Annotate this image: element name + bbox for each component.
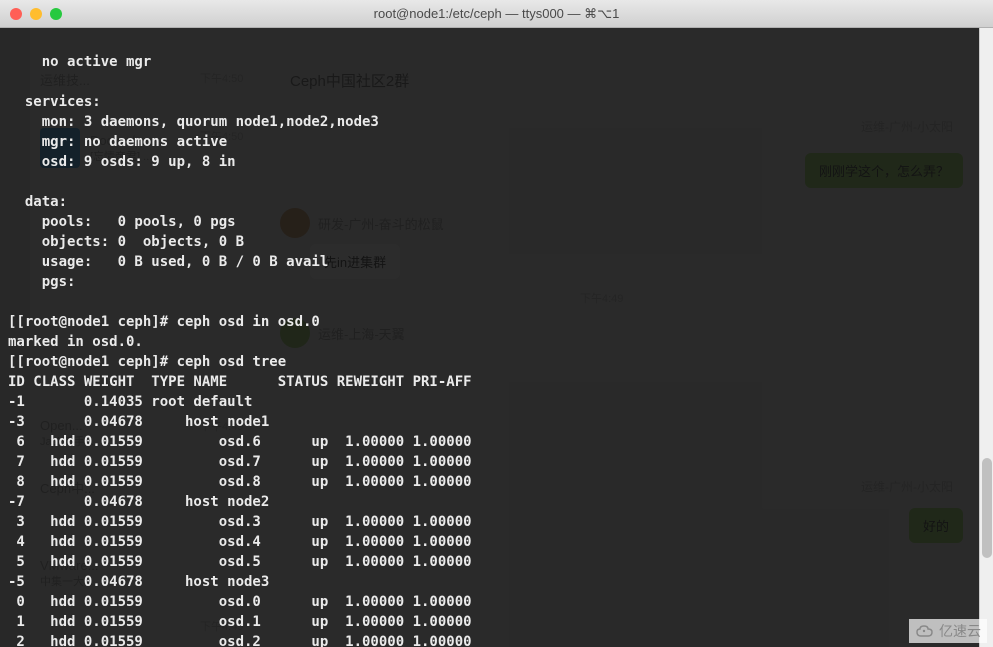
term-line: 4 hdd 0.01559 osd.4 up 1.00000 1.00000	[8, 534, 480, 550]
term-line: -7 0.04678 host node2	[8, 494, 480, 510]
term-line: -5 0.04678 host node3	[8, 574, 480, 590]
term-line: usage: 0 B used, 0 B / 0 B avail	[8, 254, 328, 270]
term-line: 1 hdd 0.01559 osd.1 up 1.00000 1.00000	[8, 614, 480, 630]
scrollbar[interactable]	[979, 28, 993, 647]
term-line: 3 hdd 0.01559 osd.3 up 1.00000 1.00000	[8, 514, 480, 530]
term-line: no active mgr	[8, 54, 151, 70]
term-line: 8 hdd 0.01559 osd.8 up 1.00000 1.00000	[8, 474, 480, 490]
scroll-thumb[interactable]	[982, 458, 992, 558]
watermark-text: 亿速云	[939, 621, 981, 641]
term-line	[8, 74, 16, 90]
term-prompt-line: [[root@node1 ceph]# ceph osd tree ]	[8, 354, 993, 370]
term-line: objects: 0 objects, 0 B	[8, 234, 244, 250]
term-line: mgr: no daemons active	[8, 134, 227, 150]
term-line	[8, 294, 16, 310]
titlebar[interactable]: root@node1:/etc/ceph — ttys000 — ⌘⌥1	[0, 0, 993, 28]
maximize-icon[interactable]	[50, 8, 62, 20]
watermark: 亿速云	[909, 619, 987, 643]
close-icon[interactable]	[10, 8, 22, 20]
term-line: mon: 3 daemons, quorum node1,node2,node3	[8, 114, 379, 130]
term-header-line: ID CLASS WEIGHT TYPE NAME STATUS REWEIGH…	[8, 374, 480, 390]
term-line: pgs:	[8, 274, 118, 290]
terminal-output[interactable]: no active mgr services: mon: 3 daemons, …	[0, 28, 993, 647]
term-line: 7 hdd 0.01559 osd.7 up 1.00000 1.00000	[8, 454, 480, 470]
term-line: -1 0.14035 root default	[8, 394, 480, 410]
minimize-icon[interactable]	[30, 8, 42, 20]
term-line: marked in osd.0.	[8, 334, 143, 350]
term-line: pools: 0 pools, 0 pgs	[8, 214, 236, 230]
term-line: -3 0.04678 host node1	[8, 414, 480, 430]
traffic-lights	[10, 8, 62, 20]
terminal-container: 运维技... 下午4:50 Ceph中国社区2群 Docker/... [忘情帝…	[0, 28, 993, 647]
term-line: 5 hdd 0.01559 osd.5 up 1.00000 1.00000	[8, 554, 480, 570]
term-line: 6 hdd 0.01559 osd.6 up 1.00000 1.00000	[8, 434, 480, 450]
term-line: data:	[8, 194, 67, 210]
window-title: root@node1:/etc/ceph — ttys000 — ⌘⌥1	[374, 6, 620, 22]
term-line: services:	[8, 94, 101, 110]
term-prompt-line: [[root@node1 ceph]# ceph osd in osd.0 ]	[8, 314, 993, 330]
term-line: 0 hdd 0.01559 osd.0 up 1.00000 1.00000	[8, 594, 480, 610]
cloud-icon	[915, 624, 935, 638]
term-line: 2 hdd 0.01559 osd.2 up 1.00000 1.00000	[8, 634, 480, 647]
term-line: osd: 9 osds: 9 up, 8 in	[8, 154, 236, 170]
term-line	[8, 174, 16, 190]
terminal-window: root@node1:/etc/ceph — ttys000 — ⌘⌥1 运维技…	[0, 0, 993, 647]
